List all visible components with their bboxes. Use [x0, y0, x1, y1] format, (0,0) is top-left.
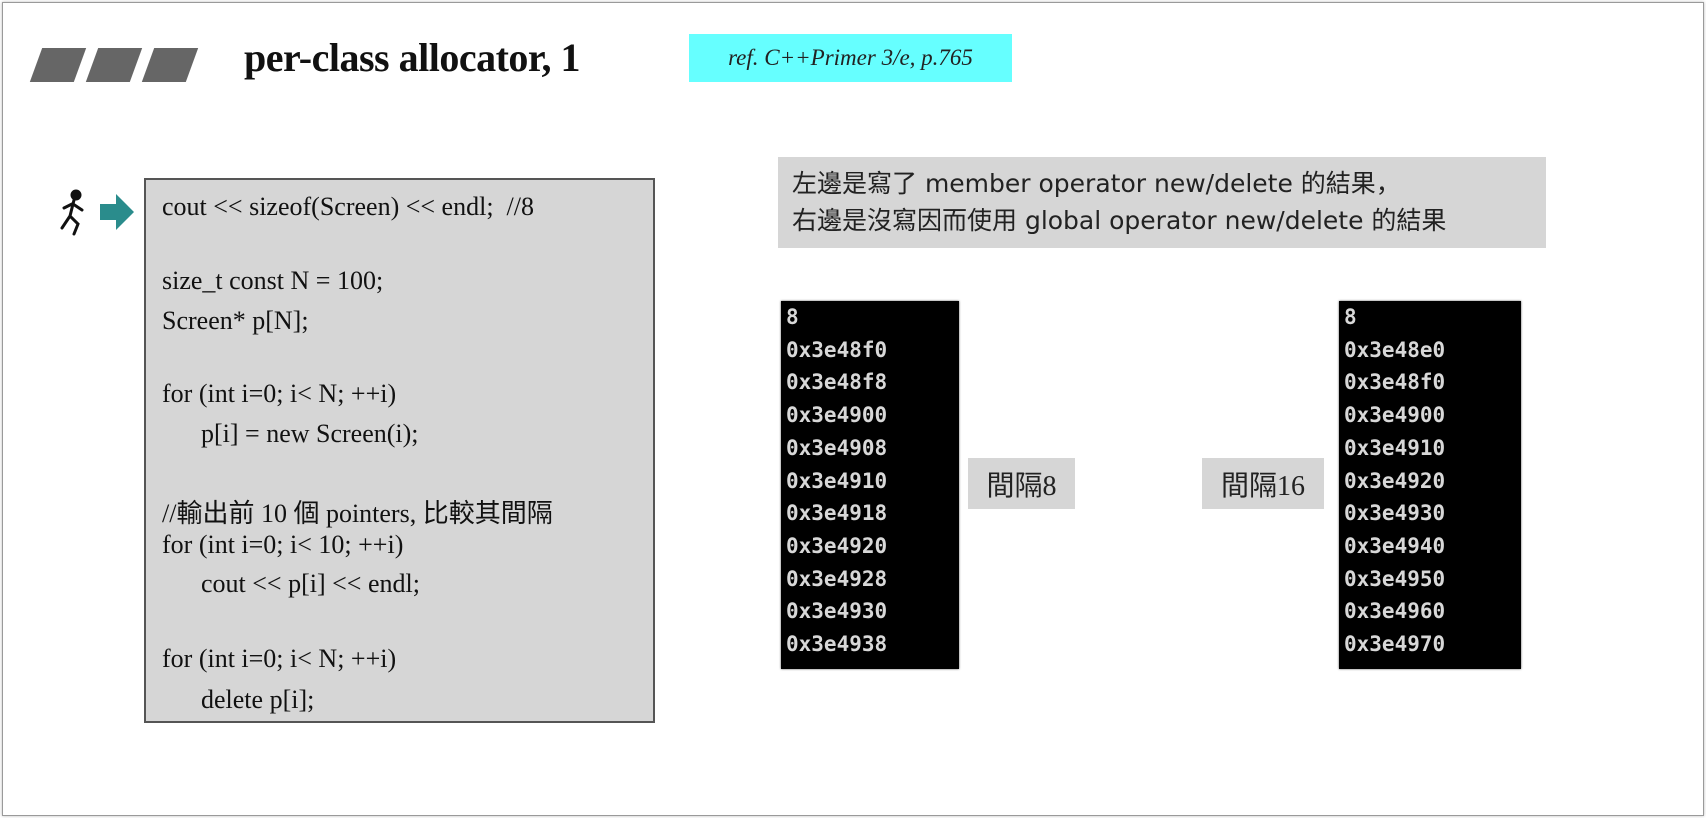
code-line: delete p[i];	[162, 685, 315, 714]
code-line: for (int i=0; i< N; ++i)	[162, 644, 397, 673]
arrow-right-icon	[100, 194, 134, 230]
explanation-note: 左邊是寫了 member operator new/delete 的結果， 右邊…	[778, 157, 1546, 248]
code-line: p[i] = new Screen(i);	[162, 419, 419, 448]
console-line: 0x3e4940	[1344, 533, 1446, 558]
runner-arrow-icon	[60, 189, 134, 236]
right-console-output: 8 0x3e48e0 0x3e48f0 0x3e4900 0x3e4910 0x3e492…	[1339, 301, 1521, 669]
console-line: 0x3e48e0	[1344, 337, 1446, 362]
console-line: 8	[786, 305, 799, 329]
console-line: 0x3e4918	[786, 501, 888, 526]
console-line: 0x3e48f0	[786, 337, 888, 362]
console-line: 0x3e4900	[786, 403, 888, 428]
console-line: 0x3e4920	[786, 533, 888, 558]
console-line: 0x3e4970	[1344, 632, 1446, 656]
left-console-output: 8 0x3e48f0 0x3e48f8 0x3e4900 0x3e4908 0x3e491…	[781, 301, 959, 669]
slide-title: per-class allocator, 1	[244, 35, 580, 80]
note-line: 左邊是寫了 member operator new/delete 的結果，	[792, 169, 1401, 198]
left-gap-label: 間隔8	[968, 458, 1075, 509]
right-gap-label: 間隔16	[1202, 458, 1324, 509]
code-line: cout << sizeof(Screen) << endl; //8	[162, 192, 534, 221]
note-line: 右邊是沒寫因而使用 global operator new/delete 的結果	[792, 206, 1447, 235]
console-line: 0x3e4960	[1344, 599, 1446, 624]
runner-icon	[60, 189, 84, 236]
code-line: Screen* p[N];	[162, 306, 309, 335]
console-line: 0x3e4930	[786, 599, 888, 624]
console-line: 0x3e4910	[1344, 435, 1446, 460]
code-line: cout << p[i] << endl;	[162, 569, 420, 598]
console-line: 0x3e4938	[786, 632, 888, 656]
console-line: 0x3e4920	[1344, 468, 1446, 493]
code-line: size_t const N = 100;	[162, 266, 384, 295]
console-line: 0x3e4928	[786, 566, 888, 591]
reference-badge: ref. C++Primer 3/e, p.765	[689, 34, 1012, 82]
console-line: 8	[1344, 305, 1357, 329]
code-line: //輸出前 10 個 pointers, 比較其間隔	[162, 499, 553, 528]
console-line: 0x3e4930	[1344, 501, 1446, 526]
console-line: 0x3e48f0	[1344, 370, 1446, 395]
code-box: cout << sizeof(Screen) << endl; //8 size…	[144, 178, 655, 723]
code-line: for (int i=0; i< N; ++i)	[162, 379, 397, 408]
code-line: for (int i=0; i< 10; ++i)	[162, 530, 404, 559]
console-line: 0x3e4900	[1344, 403, 1446, 428]
console-line: 0x3e4910	[786, 468, 888, 493]
console-line: 0x3e48f8	[786, 370, 888, 395]
console-line: 0x3e4950	[1344, 566, 1446, 591]
console-line: 0x3e4908	[786, 435, 888, 460]
